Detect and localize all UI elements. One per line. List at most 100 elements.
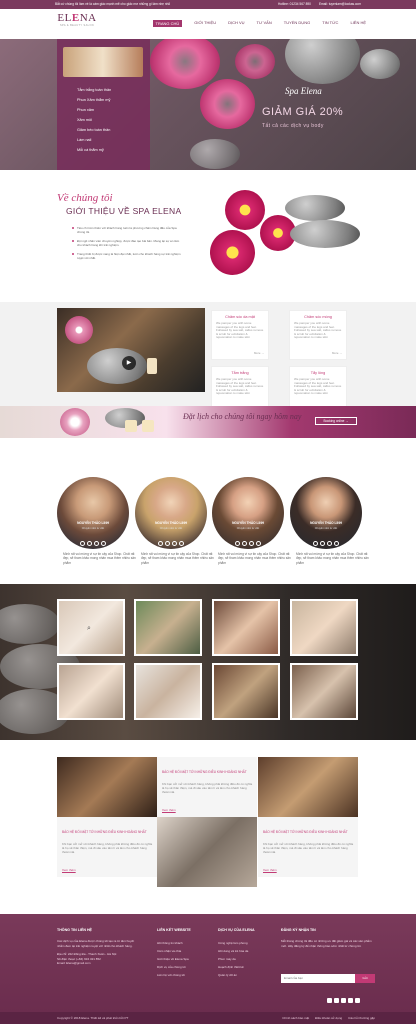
footer-contact-text: Các dịch vụ của Elena được chúng tôi tạo… [57,939,135,948]
footer-service-link[interactable]: Phun mày da [218,955,273,963]
google-icon[interactable] [327,541,332,546]
play-icon[interactable]: ▶ [122,356,136,370]
logo-text-1: EL [57,12,72,24]
gallery-image[interactable] [134,599,202,656]
post-more-link[interactable]: Xem thêm [62,868,76,872]
terms-link[interactable]: Điều khoản sử dụng [315,1012,342,1024]
footer-service-link[interactable]: Quản lý dữ án [218,971,273,979]
copyright-bar: Copyright © 2018 Elena. Thiết kế và phát… [0,1012,416,1024]
gallery-image[interactable] [134,663,202,720]
twitter-icon[interactable] [242,541,247,546]
sidebar-item[interactable]: Tắm trắng toàn thân [77,85,111,95]
service-more-link[interactable]: More → [332,351,342,355]
nav-about[interactable]: GIỚI THIỆU [194,20,216,27]
sidebar-item[interactable]: Mỗi cá thẩm mỹ [77,145,111,155]
footer-social [327,990,362,1008]
rss-icon[interactable] [101,541,106,546]
facebook-icon[interactable] [313,541,318,546]
service-name: Chăm sóc móng [304,315,332,319]
post-card[interactable]: BÁO HỆ ĐỐI MẶT TỚI NHỮNG ĐIỀU KINH HOÀNG… [258,817,358,877]
team-role: Chuyên viên tư vấn [236,527,260,530]
sidebar-item[interactable]: Xăm môi [77,115,111,125]
post-more-link[interactable]: Xem thêm [162,808,176,812]
hero-sale: GIẢM GIÁ 20% [262,106,344,118]
post-image[interactable] [157,817,257,887]
logo[interactable]: ELENA SPA & BEAUTY SALON [57,12,97,34]
facebook-icon[interactable] [158,541,163,546]
facebook-icon[interactable] [235,541,240,546]
twitter-icon[interactable] [320,541,325,546]
post-card[interactable]: BÁO HỆ ĐỐI MẶT TỚI NHỮNG ĐIỀU KINH HOÀNG… [57,817,157,877]
zoom-icon[interactable]: ⌕ [87,625,91,633]
team-role: Chuyên viên tư vấn [314,527,338,530]
footer-links-title: LIÊN KẾT WEBSITE [157,928,191,932]
nav-contact[interactable]: LIÊN HỆ [350,20,366,27]
sidebar-item[interactable]: Làm nail [77,135,111,145]
intro-bullet: Đội ngũ nhân viên chuyên nghiệp, được đà… [72,239,182,247]
nav-home[interactable]: TRANG CHỦ [152,20,183,27]
gallery-image[interactable] [290,599,358,656]
video-thumbnail[interactable] [57,308,205,392]
privacy-link[interactable]: Chính sách bảo mật [282,1012,309,1024]
gallery-image[interactable] [290,663,358,720]
twitter-icon[interactable] [334,998,339,1003]
google-icon[interactable] [172,541,177,546]
nav-recruit[interactable]: TUYỂN DỤNG [284,20,310,27]
team-social [57,533,129,551]
linkedin-icon[interactable] [348,998,353,1003]
faq-link[interactable]: Câu hỏi thường gặp [348,1012,375,1024]
footer-link[interactable]: Cảm nhận và chia [157,947,207,955]
footer-link[interactable]: Dịch vụ của chúng tôi [157,963,207,971]
gallery-image[interactable] [212,599,280,656]
twitter-icon[interactable] [165,541,170,546]
nav-consult[interactable]: TƯ VẤN [257,20,272,27]
newsletter-email-input[interactable] [281,974,355,983]
sidebar-item[interactable]: Phun Xăm thẩm mỹ [77,95,111,105]
service-name: Tắm trắng [231,371,249,375]
gallery-image[interactable] [212,663,280,720]
team-name: NGUYỄN THẢO LINH [155,521,187,525]
gallery-image[interactable] [57,663,125,720]
top-bar-text: Bắt cứ chúng tôi làm về là cám giác mạnh… [55,2,171,6]
google-icon[interactable] [249,541,254,546]
logo-tagline: SPA & BEAUTY SALON [59,24,95,27]
gallery-image[interactable]: ⌕ [57,599,125,656]
post-image[interactable] [258,757,358,817]
footer-link[interactable]: Hồi thông tin khách [157,939,207,947]
post-title[interactable]: BÁO HỆ ĐỐI MẶT TỚI NHỮNG ĐIỀU KINH HOÀNG… [162,770,254,775]
post-title[interactable]: BÁO HỆ ĐỐI MẶT TỚI NHỮNG ĐIỀU KINH HOÀNG… [263,830,355,835]
footer-link[interactable]: Liên hệ với chúng tôi [157,971,207,979]
post-title[interactable]: BÁO HỆ ĐỐI MẶT TỚI NHỮNG ĐIỀU KINH HOÀNG… [62,830,154,835]
sidebar-item[interactable]: Phun xăm [77,105,111,115]
service-card[interactable]: Chăm sóc móng We pamper you with some ma… [289,310,347,360]
footer-service-link[interactable]: Công nghệ làm phong [218,939,273,947]
footer-service-link[interactable]: Hồi dung và trẻ hóa da [218,947,273,955]
facebook-icon[interactable] [327,998,332,1003]
hotline[interactable]: Hotline: 01234 567 890 [278,0,311,9]
post-more-link[interactable]: Xem thêm [263,868,277,872]
post-image[interactable] [57,757,157,817]
google-icon[interactable] [94,541,99,546]
sidebar-item[interactable]: Giảm béo toàn thân [77,125,111,135]
rss-icon[interactable] [179,541,184,546]
footer-email[interactable]: Email: Elena@gmail.com [57,961,137,966]
rss-icon[interactable] [355,998,360,1003]
nav-news[interactable]: TIN TỨC [322,20,338,27]
footer-links: LIÊN KẾT WEBSITE Hồi thông tin khách Cảm… [157,928,207,979]
twitter-icon[interactable] [87,541,92,546]
rss-icon[interactable] [334,541,339,546]
facebook-icon[interactable] [80,541,85,546]
team-name: NGUYỄN THẢO LINH [310,521,342,525]
rss-icon[interactable] [256,541,261,546]
nav-services[interactable]: DỊCH VỤ [228,20,244,27]
post-card[interactable]: BÁO HỆ ĐỐI MẶT TỚI NHỮNG ĐIỀU KINH HOÀNG… [157,757,257,817]
service-card[interactable]: Chăm sóc da mặt We pamper you with some … [211,310,269,360]
service-desc: We pamper you with some massages of the … [216,377,264,396]
service-more-link[interactable]: More → [254,351,264,355]
google-icon[interactable] [341,998,346,1003]
newsletter-submit-button[interactable]: Gửi [355,974,375,983]
booking-button[interactable]: Booking online → [315,417,357,425]
top-email[interactable]: Email: tuyenlam@lookas.com [319,0,361,9]
footer-link[interactable]: Giới thiệu về Elena Spa [157,955,207,963]
footer-service-link[interactable]: Hoạch định thiết kế [218,963,273,971]
